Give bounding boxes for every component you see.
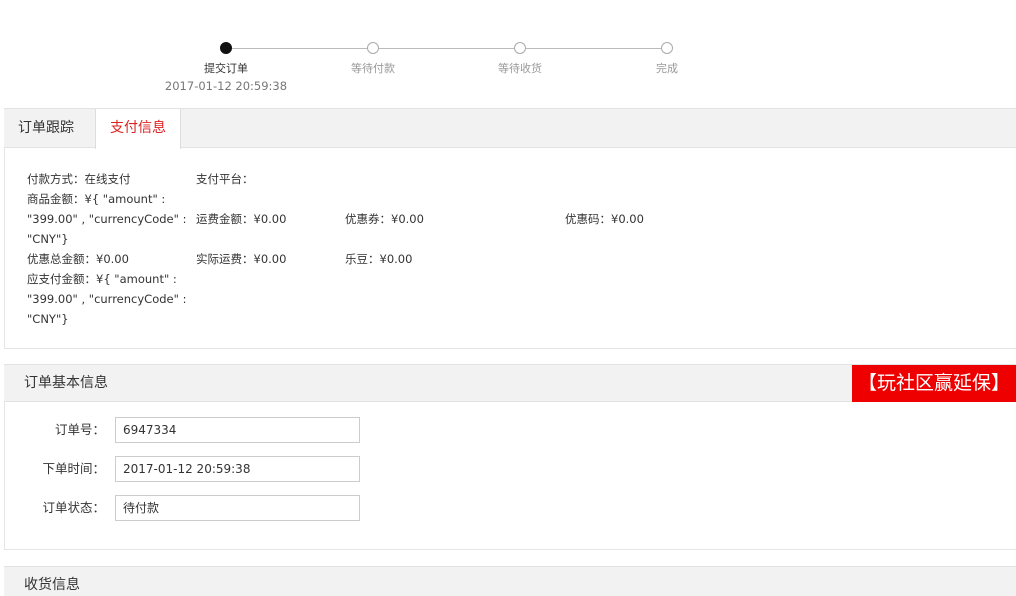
step-label: 提交订单 bbox=[204, 62, 248, 75]
payment-method-label: 付款方式： bbox=[27, 172, 85, 186]
order-number-field[interactable]: 6947334 bbox=[115, 417, 360, 443]
goods-amount-line2: "399.00" , "currencyCode" : bbox=[27, 212, 187, 226]
step-time: 2017-01-12 20:59:38 bbox=[164, 79, 288, 93]
payment-method-value: 在线支付 bbox=[84, 172, 131, 186]
actual-shipping: 实际运费：¥0.00 bbox=[196, 252, 287, 266]
order-time-row: 下单时间： 2017-01-12 20:59:38 bbox=[5, 456, 1016, 482]
step-dot bbox=[367, 42, 379, 54]
order-status-field[interactable]: 待付款 bbox=[115, 495, 360, 521]
payment-info-panel: 付款方式：在线支付 支付平台： 商品金额：¥{ "amount" : "399.… bbox=[4, 148, 1016, 349]
order-number-label: 订单号： bbox=[54, 422, 105, 437]
shipping-info-title: 收货信息 bbox=[24, 577, 80, 593]
payable-line2: "399.00" , "currencyCode" : bbox=[27, 292, 187, 306]
step-label: 等待收货 bbox=[498, 62, 542, 75]
goods-amount-line3: "CNY"} bbox=[27, 232, 69, 246]
order-basic-info-title: 订单基本信息 bbox=[24, 375, 108, 391]
payment-platform: 支付平台： bbox=[196, 172, 254, 186]
order-tabs: 订单跟踪 支付信息 bbox=[4, 108, 1016, 149]
promo-badge[interactable]: 【玩社区赢延保】 bbox=[851, 365, 1016, 402]
order-number-row: 订单号： 6947334 bbox=[5, 417, 1016, 443]
order-time-label: 下单时间： bbox=[42, 461, 105, 476]
tab-payment-info[interactable]: 支付信息 bbox=[95, 109, 181, 149]
order-basic-info-header: 订单基本信息 【玩社区赢延保】 bbox=[4, 364, 1016, 402]
order-status-row: 订单状态： 待付款 bbox=[5, 495, 1016, 521]
progress-line bbox=[226, 48, 668, 49]
step-dot bbox=[661, 42, 673, 54]
shipping-info-header: 收货信息 bbox=[4, 566, 1016, 596]
step-dot bbox=[514, 42, 526, 54]
shipping-fee: 运费金额：¥0.00 bbox=[196, 212, 287, 226]
promo-code-amount: 优惠码：¥0.00 bbox=[565, 212, 644, 226]
tab-order-tracking[interactable]: 订单跟踪 bbox=[4, 109, 88, 148]
payable-line1: 应支付金额：¥{ "amount" : bbox=[27, 272, 177, 286]
order-basic-info-panel: 订单号： 6947334 下单时间： 2017-01-12 20:59:38 订… bbox=[4, 402, 1016, 550]
step-label: 完成 bbox=[656, 62, 678, 75]
payable-line3: "CNY"} bbox=[27, 312, 69, 326]
order-progress: 提交订单 2017-01-12 20:59:38 等待付款 等待收货 完成 bbox=[0, 40, 1016, 100]
step-label: 等待付款 bbox=[351, 62, 395, 75]
order-status-label: 订单状态： bbox=[42, 500, 105, 515]
discount-total: 优惠总金额：¥0.00 bbox=[27, 252, 129, 266]
coupon-amount: 优惠券：¥0.00 bbox=[345, 212, 424, 226]
ledou-amount: 乐豆：¥0.00 bbox=[345, 252, 413, 266]
payment-method: 付款方式：在线支付 bbox=[27, 169, 131, 189]
goods-amount-line1: 商品金额：¥{ "amount" : bbox=[27, 192, 166, 206]
step-dot-active bbox=[220, 42, 232, 54]
order-time-field[interactable]: 2017-01-12 20:59:38 bbox=[115, 456, 360, 482]
